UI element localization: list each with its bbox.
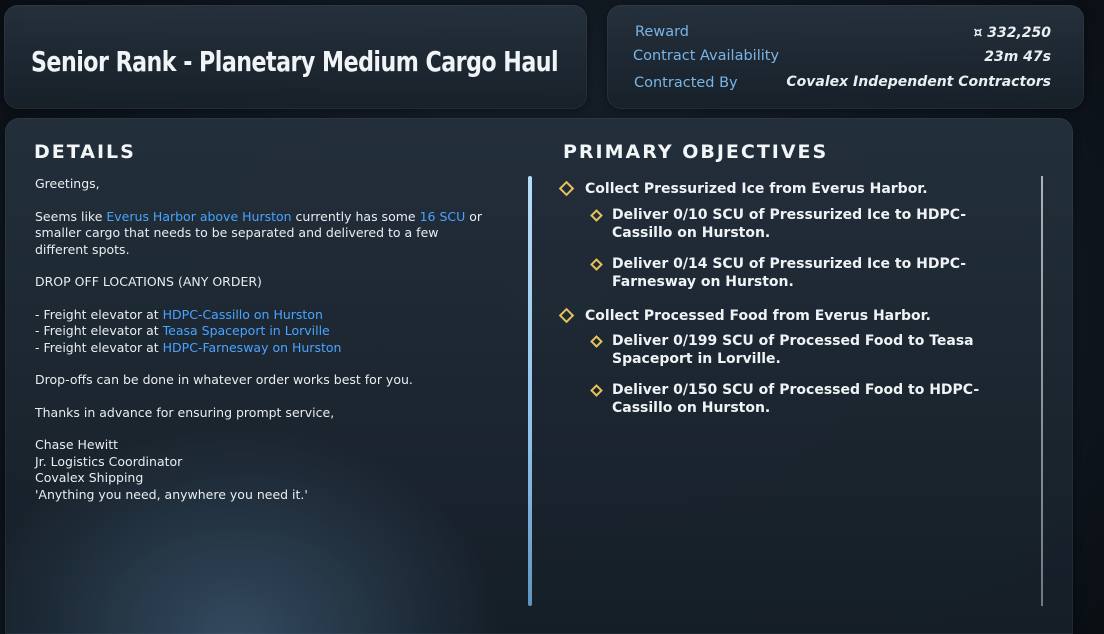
contract-detail-panel: DETAILS Greetings, Seems like Everus Har… (5, 118, 1073, 634)
diamond-icon (590, 209, 603, 222)
dropoff-item: - Freight elevator at Teasa Spaceport in… (35, 323, 485, 340)
objective-text: Deliver 0/10 SCU of Pressurized Ice to H… (612, 207, 967, 223)
dropoff-prefix: - Freight elevator at (35, 339, 163, 355)
contract-info-panel: Reward ¤ 332,250 Contract Availability 2… (607, 5, 1084, 109)
diamond-icon (558, 180, 575, 197)
availability-value: 23m 47s (984, 49, 1051, 65)
objective-text: Deliver 0/199 SCU of Processed Food to T… (612, 333, 974, 349)
para-text: Seems like (35, 208, 107, 224)
objective-text: Collect Pressurized Ice from Everus Harb… (585, 181, 928, 197)
diamond-icon (590, 384, 603, 397)
contracted-by-value: Covalex Independent Contractors (786, 74, 1051, 90)
details-heading: DETAILS (34, 141, 136, 163)
signature: Chase Hewitt Jr. Logistics Coordinator C… (35, 437, 485, 503)
para-text: currently has some (291, 208, 420, 224)
scrollbar-track[interactable] (1041, 176, 1043, 606)
objective-text: Deliver 0/14 SCU of Pressurized Ice to H… (612, 256, 967, 272)
dropoff-heading: DROP OFF LOCATIONS (ANY ORDER) (35, 274, 262, 289)
objectives-heading: PRIMARY OBJECTIVES (563, 141, 829, 163)
dropoff-prefix: - Freight elevator at (35, 323, 163, 338)
reward-label: Reward (635, 24, 689, 40)
objective-text: Farnesway on Hurston. (612, 274, 794, 290)
contracted-by-label: Contracted By (634, 75, 738, 91)
reward-value: ¤ 332,250 (973, 25, 1051, 41)
greeting: Greetings, (35, 176, 100, 191)
objective-item: Collect Pressurized Ice from Everus Harb… (558, 180, 928, 198)
diamond-icon (558, 307, 575, 324)
objective-text: Cassillo on Hurston. (612, 225, 771, 241)
objective-text: Collect Processed Food from Everus Harbo… (585, 308, 931, 324)
objective-subitem: Deliver 0/14 SCU of Pressurized Ice to H… (590, 255, 967, 291)
mission-screen: Senior Rank - Planetary Medium Cargo Hau… (0, 0, 1104, 634)
dropoff-item: - Freight elevator at HDPC-Cassillo on H… (35, 307, 485, 324)
dropoff-prefix: - Freight elevator at (35, 306, 163, 322)
signature-name: Chase Hewitt (35, 437, 119, 452)
diamond-icon (590, 258, 603, 271)
objective-item: Collect Processed Food from Everus Harbo… (558, 307, 931, 325)
mission-title: Senior Rank - Planetary Medium Cargo Hau… (31, 45, 559, 78)
objective-subitem: Deliver 0/10 SCU of Pressurized Ice to H… (590, 206, 967, 242)
objective-text: Spaceport in Lorville. (612, 351, 781, 367)
location-link[interactable]: HDPC-Cassillo on Hurston (163, 307, 323, 322)
cargo-amount[interactable]: 16 SCU (420, 209, 466, 224)
signature-motto: 'Anything you need, anywhere you need it… (35, 486, 308, 502)
dropoff-item: - Freight elevator at HDPC-Farnesway on … (35, 340, 485, 357)
location-link[interactable]: Everus Harbor above Hurston (106, 209, 291, 224)
location-link[interactable]: HDPC-Farnesway on Hurston (163, 340, 342, 355)
details-paragraph: Seems like Everus Harbor above Hurston c… (35, 209, 485, 259)
objective-subitem: Deliver 0/199 SCU of Processed Food to T… (590, 332, 974, 368)
objective-subitem: Deliver 0/150 SCU of Processed Food to H… (590, 381, 980, 417)
location-link[interactable]: Teasa Spaceport in Lorville (163, 323, 330, 338)
details-text: Greetings, Seems like Everus Harbor abov… (35, 176, 485, 519)
panel-divider (528, 176, 532, 606)
dropoff-list: - Freight elevator at HDPC-Cassillo on H… (35, 307, 485, 357)
title-panel: Senior Rank - Planetary Medium Cargo Hau… (4, 5, 587, 109)
availability-label: Contract Availability (633, 48, 780, 64)
diamond-icon (590, 335, 603, 348)
signature-title: Jr. Logistics Coordinator (35, 453, 183, 469)
objective-text: Deliver 0/150 SCU of Processed Food to H… (612, 382, 980, 398)
order-note: Drop-offs can be done in whatever order … (35, 372, 413, 387)
thanks-line: Thanks in advance for ensuring prompt se… (35, 404, 335, 420)
signature-company: Covalex Shipping (35, 470, 144, 485)
objective-text: Cassillo on Hurston. (612, 400, 771, 416)
